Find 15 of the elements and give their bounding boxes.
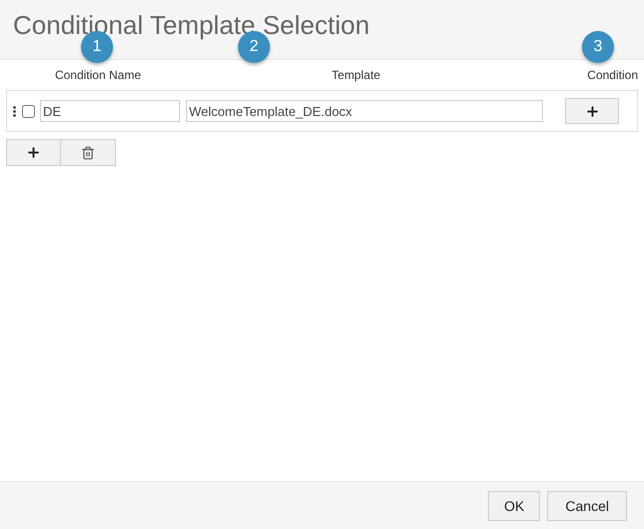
plus-icon	[26, 145, 41, 160]
column-header: Condition Name	[54, 68, 141, 82]
ok-button[interactable]: OK	[488, 490, 540, 520]
cancel-button[interactable]: Cancel	[547, 490, 627, 520]
row-checkbox[interactable]	[22, 104, 35, 118]
column-header: Condition	[587, 68, 638, 82]
template-field[interactable]: WelcomeTemplate_DE.docx	[186, 100, 543, 122]
column-header: Template	[332, 68, 380, 82]
add-row-button[interactable]	[6, 139, 61, 166]
add-condition-button[interactable]	[565, 98, 619, 124]
delete-button[interactable]	[61, 139, 116, 166]
drag-handle-icon[interactable]	[13, 106, 16, 116]
condition-name-field[interactable]: DE	[40, 100, 180, 122]
plus-icon	[584, 104, 600, 118]
trash-icon	[81, 146, 95, 160]
